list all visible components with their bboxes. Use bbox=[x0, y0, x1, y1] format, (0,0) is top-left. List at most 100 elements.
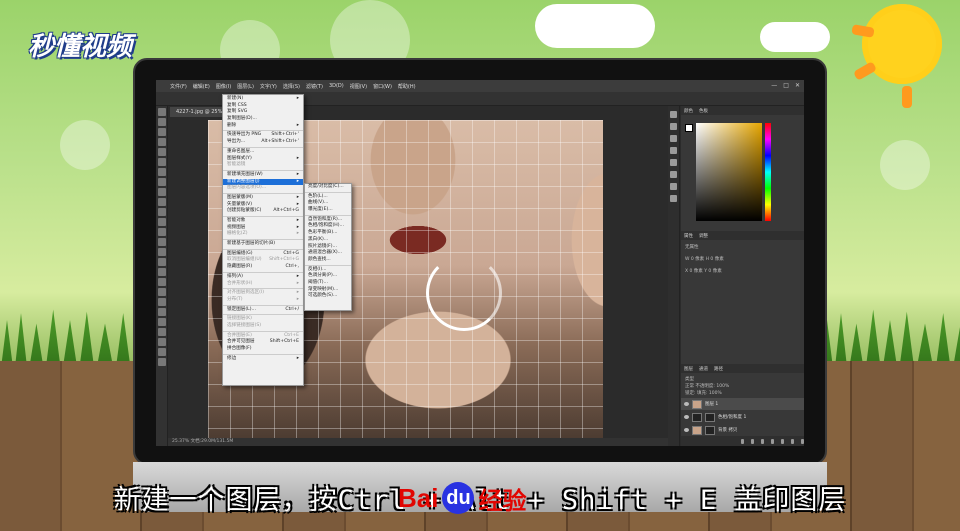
panel-icon[interactable] bbox=[670, 195, 677, 202]
eye-icon[interactable] bbox=[684, 428, 689, 432]
panel-tab[interactable]: 调整 bbox=[699, 233, 708, 239]
tool-icon[interactable] bbox=[157, 148, 166, 156]
tool-icon[interactable] bbox=[157, 348, 166, 356]
tool-icon[interactable] bbox=[157, 108, 166, 116]
menu-5[interactable]: 选择(S) bbox=[283, 83, 300, 90]
adjustment-icon[interactable] bbox=[771, 438, 774, 444]
menu-item[interactable]: 隐藏图层(R) Ctrl+, bbox=[223, 264, 303, 271]
color-picker-field[interactable] bbox=[696, 123, 762, 221]
panel-icon[interactable] bbox=[670, 147, 677, 154]
menu-item[interactable]: 智能对象 ▸ bbox=[223, 218, 303, 225]
tool-icon[interactable] bbox=[157, 168, 166, 176]
panel-icon[interactable] bbox=[670, 135, 677, 142]
close-icon[interactable]: ✕ bbox=[795, 82, 800, 89]
tool-icon[interactable] bbox=[157, 298, 166, 306]
panel-tab[interactable]: 图层 bbox=[684, 366, 693, 372]
mask-icon[interactable] bbox=[761, 438, 764, 444]
layer-row[interactable]: 背景 拷贝 bbox=[681, 424, 804, 436]
panel-tab[interactable]: 通道 bbox=[699, 366, 708, 372]
submenu-item[interactable]: 可选颜色(S)... bbox=[305, 293, 351, 300]
eye-icon[interactable] bbox=[684, 415, 689, 419]
menu-item[interactable]: 重命名图层... bbox=[223, 149, 303, 156]
tool-icon[interactable] bbox=[157, 128, 166, 136]
panel-tab[interactable]: 路径 bbox=[714, 366, 723, 372]
tool-icon[interactable] bbox=[157, 218, 166, 226]
submenu-item[interactable]: 色彩平衡(B)... bbox=[305, 230, 351, 237]
menu-item[interactable]: 排列(A) ▸ bbox=[223, 274, 303, 281]
submenu-item[interactable]: 色调分离(P)... bbox=[305, 273, 351, 280]
menu-item[interactable]: 新建基于图层的切片(B) bbox=[223, 241, 303, 248]
menu-item[interactable]: 合并可见图层 Shift+Ctrl+E bbox=[223, 339, 303, 346]
menu-9[interactable]: 窗口(W) bbox=[373, 83, 392, 90]
menu-1[interactable]: 编辑(E) bbox=[193, 83, 210, 90]
menu-10[interactable]: 帮助(H) bbox=[398, 83, 416, 90]
panel-icon[interactable] bbox=[670, 183, 677, 190]
layer-row[interactable]: 色相/饱和度 1 bbox=[681, 411, 804, 423]
panel-tab[interactable]: 色板 bbox=[699, 108, 708, 114]
menu-item[interactable]: 修边 ▸ bbox=[223, 356, 303, 363]
menu-item[interactable]: 新建(N) ▸ bbox=[223, 96, 303, 103]
tool-icon[interactable] bbox=[157, 198, 166, 206]
layer-option[interactable]: 正常 不透明度: 100% bbox=[685, 383, 800, 390]
layer-option[interactable]: 锁定: 填充: 100% bbox=[685, 390, 800, 397]
eye-icon[interactable] bbox=[684, 402, 689, 406]
submenu-item[interactable]: 曝光度(E)... bbox=[305, 207, 351, 214]
layer-row[interactable]: 图层 1 bbox=[681, 398, 804, 410]
tool-icon[interactable] bbox=[157, 318, 166, 326]
panel-icon[interactable] bbox=[670, 111, 677, 118]
tool-icon[interactable] bbox=[157, 178, 166, 186]
panel-tab[interactable]: 颜色 bbox=[684, 108, 693, 114]
menu-7[interactable]: 3D(D) bbox=[329, 83, 344, 89]
submenu-item[interactable]: 颜色查找... bbox=[305, 257, 351, 264]
tool-icon[interactable] bbox=[157, 158, 166, 166]
tool-icon[interactable] bbox=[157, 138, 166, 146]
menu-item[interactable]: 删除 ▸ bbox=[223, 123, 303, 130]
menu-item[interactable]: 新建填充图层(W) ▸ bbox=[223, 172, 303, 179]
menu-item[interactable]: 图层蒙版(M) ▸ bbox=[223, 195, 303, 202]
new-layer-icon[interactable] bbox=[791, 438, 794, 444]
maximize-icon[interactable]: □ bbox=[783, 82, 789, 89]
submenu-item-label: 色调分离(P)... bbox=[308, 273, 338, 279]
menu-0[interactable]: 文件(F) bbox=[170, 83, 187, 90]
tool-icon[interactable] bbox=[157, 228, 166, 236]
panel-icon[interactable] bbox=[670, 171, 677, 178]
tool-icon[interactable] bbox=[157, 268, 166, 276]
tool-icon[interactable] bbox=[157, 288, 166, 296]
tool-icon[interactable] bbox=[157, 328, 166, 336]
panel-icon[interactable] bbox=[670, 123, 677, 130]
tool-icon[interactable] bbox=[157, 258, 166, 266]
submenu-item[interactable]: 阈值(T)... bbox=[305, 280, 351, 287]
tool-icon[interactable] bbox=[157, 188, 166, 196]
tool-icon[interactable] bbox=[157, 248, 166, 256]
submenu-item[interactable]: 黑白(K)... bbox=[305, 237, 351, 244]
tool-icon[interactable] bbox=[157, 118, 166, 126]
menu-item[interactable]: 导出为... Alt+Shift+Ctrl+' bbox=[223, 139, 303, 146]
tool-icon[interactable] bbox=[157, 208, 166, 216]
tool-icon[interactable] bbox=[157, 308, 166, 316]
tool-icon[interactable] bbox=[157, 278, 166, 286]
menu-item[interactable]: 复制图层(D)... bbox=[223, 116, 303, 123]
hue-slider[interactable] bbox=[765, 123, 771, 221]
submenu-item[interactable]: 亮度/对比度(C)... bbox=[305, 184, 351, 191]
menu-3[interactable]: 图层(L) bbox=[237, 83, 254, 90]
panel-icon[interactable] bbox=[670, 159, 677, 166]
fx-icon[interactable] bbox=[751, 438, 754, 444]
menu-item[interactable]: 锁定图层(L)... Ctrl+/ bbox=[223, 307, 303, 314]
tool-icon[interactable] bbox=[157, 338, 166, 346]
menu-item[interactable]: 创建剪贴蒙版(C) Alt+Ctrl+G bbox=[223, 208, 303, 215]
menu-item[interactable]: 拼合图像(F) bbox=[223, 346, 303, 353]
minimize-icon[interactable]: — bbox=[771, 82, 777, 89]
foreground-color-swatch[interactable] bbox=[685, 124, 693, 132]
layer-option[interactable]: 类型 bbox=[685, 376, 800, 383]
menu-2[interactable]: 图像(I) bbox=[216, 83, 231, 90]
tool-icon[interactable] bbox=[157, 358, 166, 366]
tool-icon[interactable] bbox=[157, 238, 166, 246]
trash-icon[interactable] bbox=[801, 438, 804, 444]
submenu-item[interactable]: 通道混合器(X)... bbox=[305, 250, 351, 257]
folder-icon[interactable] bbox=[781, 438, 784, 444]
link-icon[interactable] bbox=[741, 438, 744, 444]
menu-8[interactable]: 视图(V) bbox=[350, 83, 367, 90]
panel-tab[interactable]: 属性 bbox=[684, 233, 693, 239]
menu-4[interactable]: 文字(Y) bbox=[260, 83, 277, 90]
menu-6[interactable]: 滤镜(T) bbox=[306, 83, 323, 90]
